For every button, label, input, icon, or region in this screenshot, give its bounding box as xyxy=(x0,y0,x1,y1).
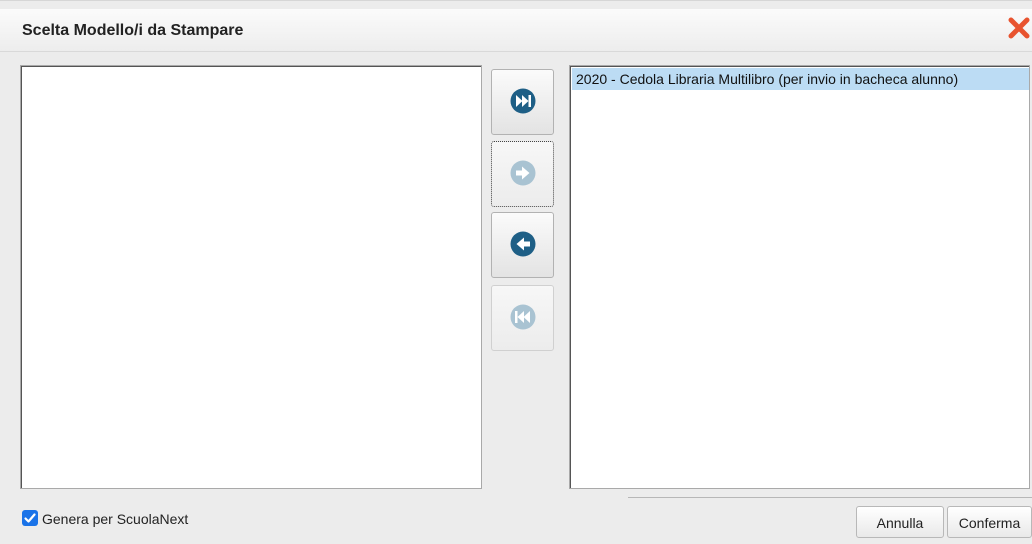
available-models-list[interactable] xyxy=(20,65,482,489)
print-model-dialog: Scelta Modello/i da Stampare 2020 - Cedo… xyxy=(0,0,1032,544)
fast-forward-icon xyxy=(510,88,536,114)
dialog-titlebar: Scelta Modello/i da Stampare xyxy=(0,9,1032,52)
arrow-right-icon xyxy=(510,160,536,186)
list-item-selected-model[interactable]: 2020 - Cedola Libraria Multilibro (per i… xyxy=(572,68,1029,90)
footer-divider xyxy=(628,497,1032,498)
arrow-left-icon xyxy=(510,231,536,257)
genera-scuolanext-checkbox[interactable] xyxy=(22,510,38,526)
move-left-button[interactable] xyxy=(491,212,554,278)
selected-models-list[interactable]: 2020 - Cedola Libraria Multilibro (per i… xyxy=(569,65,1030,489)
confirm-button[interactable]: Conferma xyxy=(947,506,1032,538)
checkmark-icon xyxy=(24,513,36,523)
cancel-button[interactable]: Annulla xyxy=(856,506,944,538)
genera-scuolanext-label: Genera per ScuolaNext xyxy=(42,511,189,527)
close-icon[interactable] xyxy=(1006,15,1032,41)
move-all-left-button[interactable] xyxy=(491,285,554,351)
move-all-right-button[interactable] xyxy=(491,69,554,135)
fast-rewind-icon xyxy=(510,304,536,330)
dialog-title: Scelta Modello/i da Stampare xyxy=(22,22,244,39)
move-right-button[interactable] xyxy=(491,141,554,207)
